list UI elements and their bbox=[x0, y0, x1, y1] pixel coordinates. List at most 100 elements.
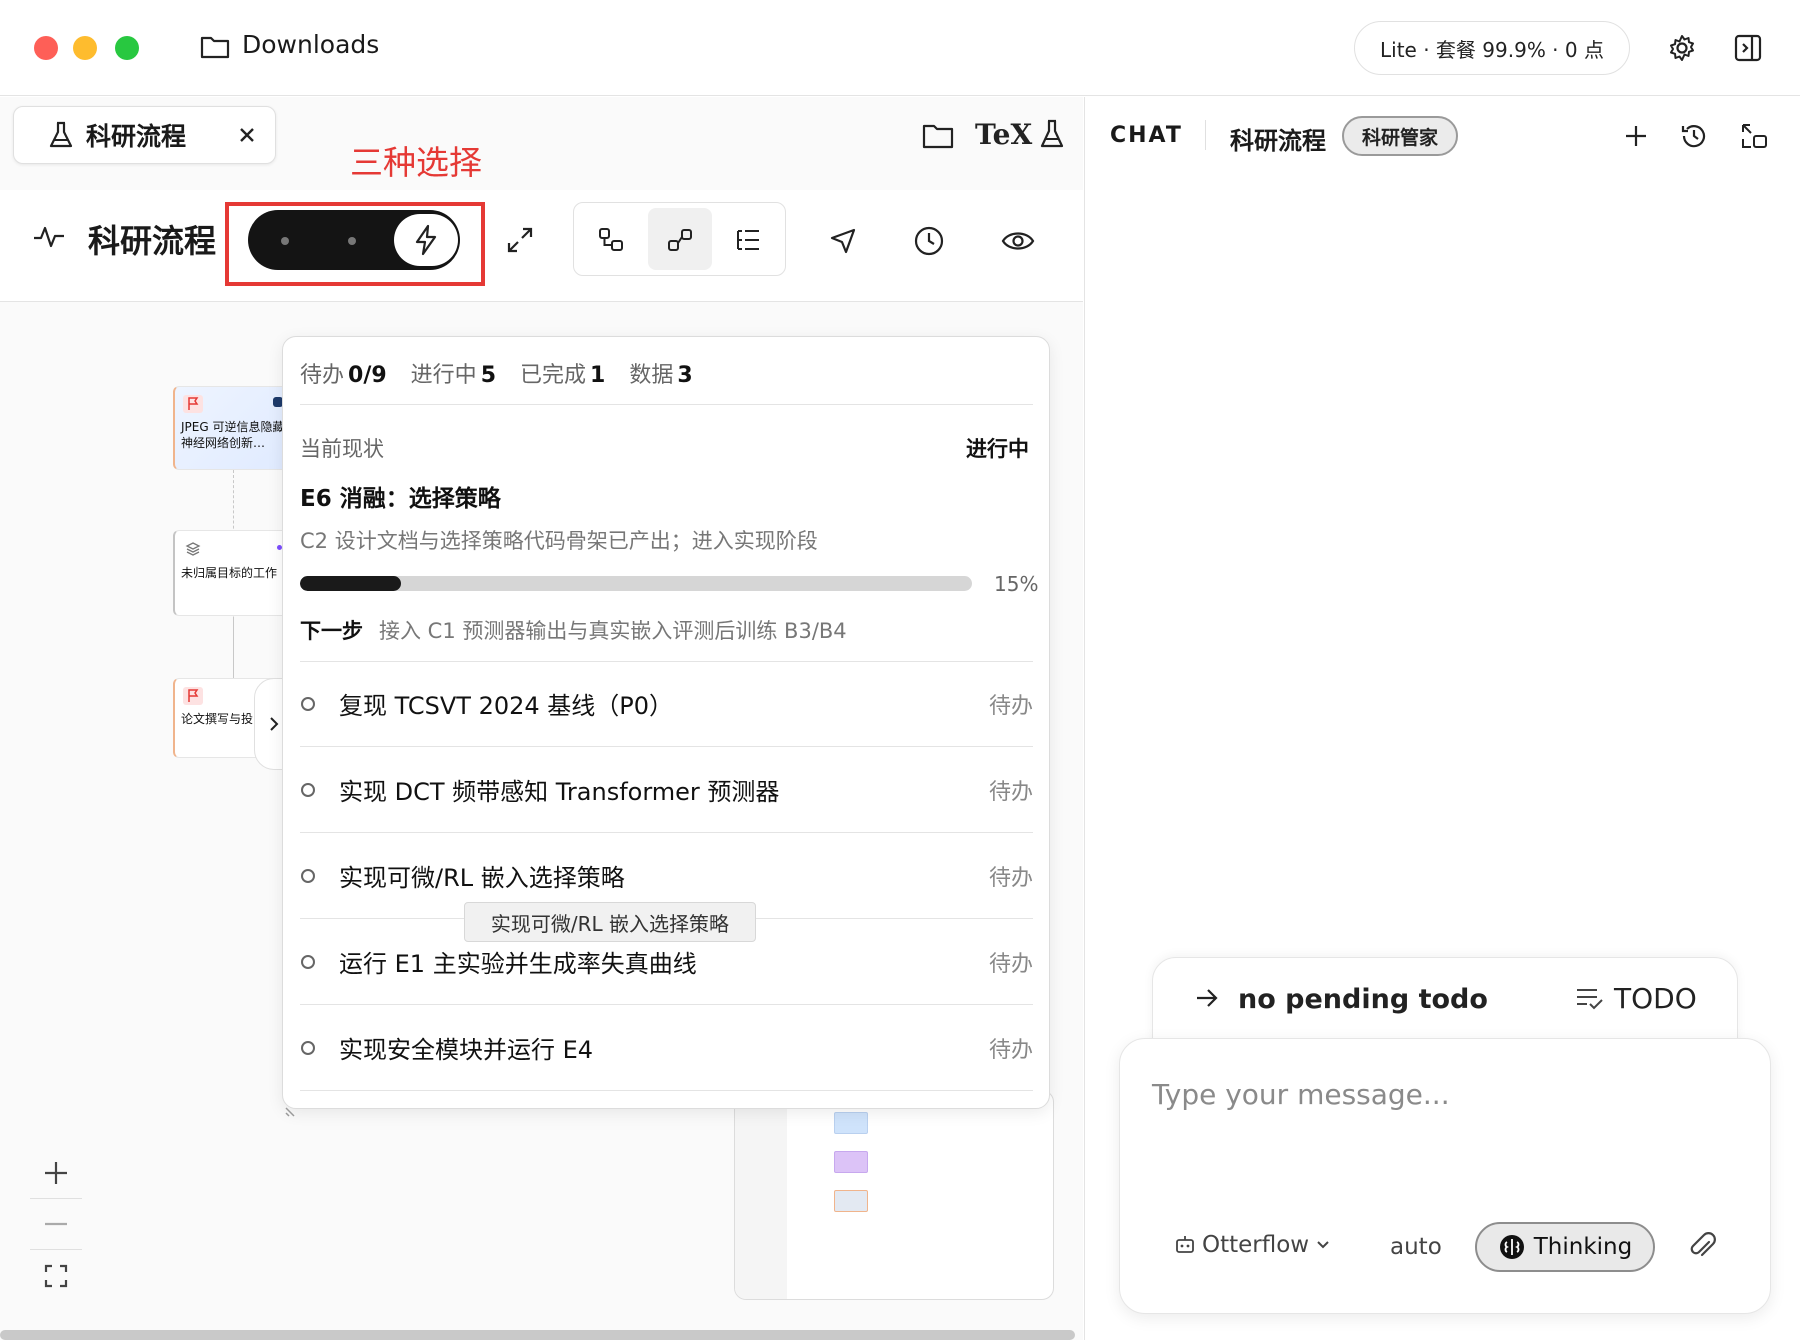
todo-text: 实现 DCT 频带感知 Transformer 预测器 bbox=[339, 778, 780, 806]
robot-icon bbox=[1176, 1236, 1194, 1253]
divider bbox=[300, 404, 1033, 405]
flask-icon bbox=[48, 120, 74, 150]
tab-research-workflow[interactable]: 科研流程 bbox=[13, 106, 276, 164]
plan-status-pill[interactable]: Lite · 套餐 99.9% · 0 点 bbox=[1354, 21, 1630, 75]
resize-handle-icon[interactable] bbox=[284, 1102, 300, 1118]
chat-header-label: CHAT bbox=[1110, 123, 1183, 148]
minimap-sidebar bbox=[735, 1091, 787, 1299]
todo-text: 复现 TCSVT 2024 基线（P0） bbox=[339, 692, 674, 720]
toggle-sidebar-icon[interactable] bbox=[1730, 30, 1766, 66]
chat-history-icon[interactable] bbox=[1676, 118, 1712, 154]
divider bbox=[30, 1249, 82, 1250]
zoom-out-button[interactable] bbox=[30, 1199, 82, 1249]
brain-icon bbox=[1499, 1235, 1524, 1259]
annotation-label: 三种选择 bbox=[350, 143, 482, 182]
stat-in-progress: 进行中 5 bbox=[410, 363, 496, 388]
minimap-node bbox=[834, 1112, 868, 1134]
plus-icon bbox=[45, 1162, 67, 1184]
new-chat-icon[interactable] bbox=[1618, 118, 1654, 154]
minus-icon bbox=[45, 1222, 67, 1226]
maximize-window-button[interactable] bbox=[115, 36, 139, 60]
divider bbox=[1205, 120, 1206, 150]
todo-status-text: no pending todo bbox=[1238, 984, 1488, 1015]
canvas-edge bbox=[233, 618, 234, 678]
current-task-description: C2 设计文档与选择策略代码骨架已产出；进入实现阶段 bbox=[300, 529, 818, 553]
todo-checkbox[interactable] bbox=[301, 782, 315, 797]
todo-item[interactable]: 实现安全模块并运行 E4 待办 bbox=[300, 1005, 1033, 1091]
next-step-text: 接入 C1 预测器输出与真实嵌入评测后训练 B3/B4 bbox=[379, 619, 847, 643]
model-label: Otterflow bbox=[1202, 1232, 1310, 1258]
mode-auto-button[interactable]: auto bbox=[1390, 1234, 1442, 1260]
tooltip: 实现可微/RL 嵌入选择策略 bbox=[464, 902, 756, 942]
fit-view-button[interactable] bbox=[30, 1251, 82, 1301]
todo-toggle-button[interactable]: TODO bbox=[1574, 982, 1697, 1015]
current-task-title: E6 消融：选择策略 bbox=[300, 486, 501, 512]
horizontal-scrollbar[interactable] bbox=[0, 1330, 1075, 1340]
layers-icon bbox=[185, 541, 201, 557]
agent-label: 科研管家 bbox=[1361, 126, 1438, 149]
flag-icon bbox=[183, 687, 203, 705]
expand-icon[interactable] bbox=[500, 220, 540, 260]
minimize-window-button[interactable] bbox=[73, 36, 97, 60]
layout-flow-icon[interactable] bbox=[593, 222, 629, 258]
switch-view-icon[interactable] bbox=[1736, 118, 1772, 154]
chevron-right-icon bbox=[270, 717, 279, 731]
todo-checkbox[interactable] bbox=[301, 1040, 315, 1055]
progress-bar bbox=[300, 576, 972, 591]
todo-status: 待办 bbox=[988, 693, 1033, 719]
todo-list-icon bbox=[1577, 988, 1603, 1009]
close-window-button[interactable] bbox=[34, 36, 58, 60]
todo-text: 运行 E1 主实验并生成率失真曲线 bbox=[339, 950, 697, 978]
thinking-label: Thinking bbox=[1533, 1234, 1633, 1260]
todo-item[interactable]: 实现 DCT 频带感知 Transformer 预测器 待办 bbox=[300, 747, 1033, 833]
tab-label: 科研流程 bbox=[86, 122, 187, 151]
layout-tree-icon[interactable] bbox=[730, 222, 766, 258]
folder-icon[interactable] bbox=[920, 118, 956, 154]
attachment-icon[interactable] bbox=[1684, 1228, 1720, 1264]
todo-checkbox[interactable] bbox=[301, 954, 315, 969]
settings-icon[interactable] bbox=[1664, 30, 1700, 66]
todo-button-label: TODO bbox=[1614, 982, 1697, 1015]
progress-percent: 15% bbox=[994, 572, 1039, 596]
folder-icon bbox=[200, 34, 230, 60]
tex-label: TeX bbox=[975, 118, 1033, 151]
todo-status: 待办 bbox=[988, 779, 1033, 805]
model-selector[interactable]: Otterflow bbox=[1174, 1232, 1331, 1258]
eye-icon[interactable] bbox=[998, 222, 1038, 260]
activity-icon bbox=[32, 222, 66, 252]
minimap-node bbox=[834, 1151, 868, 1173]
zoom-in-button[interactable] bbox=[30, 1148, 82, 1198]
agent-pill[interactable]: 科研管家 bbox=[1342, 116, 1458, 156]
todo-status: 待办 bbox=[988, 1037, 1033, 1063]
close-tab-icon[interactable] bbox=[237, 125, 257, 145]
window-title: Downloads bbox=[242, 30, 380, 59]
progress-fill bbox=[300, 576, 401, 591]
todo-item[interactable]: 复现 TCSVT 2024 基线（P0） 待办 bbox=[300, 661, 1033, 747]
layout-graph-icon[interactable] bbox=[662, 222, 698, 258]
todo-checkbox[interactable] bbox=[301, 696, 315, 711]
tex-icon[interactable]: TeX bbox=[975, 118, 1032, 151]
node-label: JPEG 可逆信息隐藏神经网络创新… bbox=[181, 420, 285, 450]
minimap[interactable] bbox=[734, 1090, 1054, 1300]
todo-status: 待办 bbox=[988, 865, 1033, 891]
arrow-right-icon bbox=[1194, 986, 1220, 1010]
todo-checkbox[interactable] bbox=[301, 868, 315, 883]
page-title: 科研流程 bbox=[88, 222, 217, 260]
message-input[interactable]: Type your message... bbox=[1152, 1078, 1450, 1111]
next-step-label: 下一步 bbox=[300, 619, 363, 643]
stat-data: 数据 3 bbox=[629, 363, 693, 388]
todo-stats: 待办 0/9 进行中 5 已完成 1 数据 3 bbox=[300, 357, 693, 389]
plan-status-text: Lite · 套餐 99.9% · 0 点 bbox=[1380, 37, 1604, 62]
minimap-node bbox=[834, 1190, 868, 1212]
flask-icon[interactable] bbox=[1036, 116, 1068, 152]
todo-text: 实现安全模块并运行 E4 bbox=[339, 1036, 594, 1064]
pointer-icon[interactable] bbox=[824, 222, 862, 260]
thinking-toggle[interactable]: Thinking bbox=[1475, 1222, 1655, 1272]
todo-status: 待办 bbox=[988, 951, 1033, 977]
fit-view-icon bbox=[44, 1264, 68, 1288]
todo-text: 实现可微/RL 嵌入选择策略 bbox=[339, 864, 625, 892]
flag-icon bbox=[183, 395, 203, 413]
chat-context-label: 科研流程 bbox=[1230, 127, 1326, 155]
history-clock-icon[interactable] bbox=[910, 222, 948, 260]
stat-done: 已完成 1 bbox=[520, 363, 606, 388]
